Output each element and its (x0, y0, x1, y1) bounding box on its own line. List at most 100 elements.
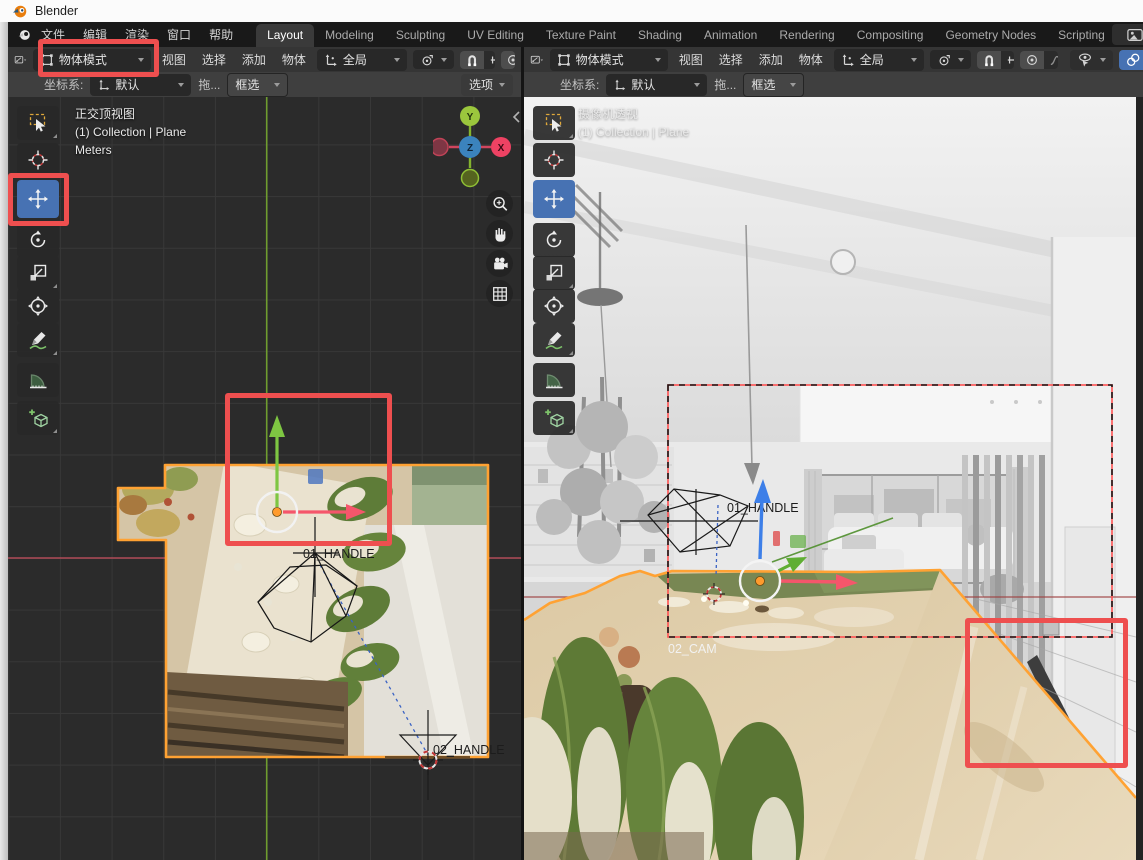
add-cube-tool-button[interactable] (533, 401, 575, 435)
tab-animation[interactable]: Animation (693, 24, 768, 47)
tab-shading[interactable]: Shading (627, 24, 693, 47)
pivot-dropdown-left[interactable] (413, 50, 454, 69)
transform-tool-button[interactable] (17, 289, 59, 323)
navigation-axis-gizmo[interactable]: Y Z X (433, 103, 521, 193)
show-gizmo-dropdown[interactable] (1070, 50, 1113, 70)
left-scene: 01_HANDLE 02_HANDLE (8, 97, 521, 860)
view-label: 正交顶视图 (75, 105, 186, 123)
select-box-tool-button[interactable] (533, 106, 575, 140)
menu-file[interactable]: 文件 (32, 23, 74, 46)
annotate-tool-button[interactable] (17, 323, 59, 357)
snap-toggle[interactable] (977, 51, 1001, 69)
add-cube-tool-button[interactable] (17, 401, 59, 435)
menu-view-left[interactable]: 视图 (157, 49, 191, 70)
coord-system-dropdown-right[interactable]: 默认 (606, 74, 707, 96)
scene-selector-button[interactable] (1112, 24, 1143, 45)
proportional-toggle[interactable] (501, 51, 515, 69)
axis-x-letter: X (498, 143, 505, 154)
tab-scripting[interactable]: Scripting (1047, 24, 1116, 47)
tool-settings-left: 坐标系: 默认 拖... 框选 选项 (8, 72, 521, 97)
snap-target-dropdown[interactable] (484, 51, 495, 69)
menu-view-right[interactable]: 视图 (674, 49, 708, 70)
scale-tool-button[interactable] (17, 256, 59, 290)
pivot-dropdown-right[interactable] (930, 50, 971, 69)
menu-object-left[interactable]: 物体 (277, 49, 311, 70)
measure-tool-button[interactable] (533, 363, 575, 397)
tab-geometry-nodes[interactable]: Geometry Nodes (934, 24, 1047, 47)
move-tool-button[interactable] (17, 180, 59, 218)
transform-tool-button[interactable] (533, 289, 575, 323)
proportional-edit-icon (506, 53, 515, 67)
proportional-toggle[interactable] (1020, 51, 1044, 69)
tab-rendering[interactable]: Rendering (768, 24, 845, 47)
menu-render[interactable]: 渲染 (116, 23, 158, 46)
menu-object-right[interactable]: 物体 (794, 49, 828, 70)
tab-texture-paint[interactable]: Texture Paint (535, 24, 627, 47)
chevron-down-icon (958, 58, 964, 62)
chevron-down-icon (655, 58, 661, 62)
mode-dropdown-left[interactable]: 物体模式 (33, 49, 151, 71)
title-bar: Blender (0, 0, 1143, 22)
axis-x-neg-ball[interactable] (433, 139, 448, 156)
menu-help[interactable]: 帮助 (200, 23, 242, 46)
snap-toggle[interactable] (460, 51, 484, 69)
sidebar-toggle-chevron[interactable] (511, 110, 521, 124)
annotate-tool-button[interactable] (533, 323, 575, 357)
menu-edit[interactable]: 编辑 (74, 23, 116, 46)
overlays-toggle[interactable] (1119, 50, 1143, 70)
cursor-tool-button[interactable] (17, 143, 59, 177)
magnet-icon (982, 53, 996, 67)
mode-dropdown-right[interactable]: 物体模式 (550, 49, 668, 71)
measure-tool-button[interactable] (17, 363, 59, 397)
tab-layout[interactable]: Layout (256, 24, 314, 47)
tab-sculpting[interactable]: Sculpting (385, 24, 456, 47)
menu-add-right[interactable]: 添加 (754, 49, 788, 70)
toggle-ortho-button[interactable] (486, 280, 513, 307)
proportional-group-left (501, 51, 515, 69)
falloff-curve-icon (1049, 53, 1058, 67)
select-mode-dropdown-right[interactable]: 框选 (743, 73, 804, 97)
workspace-tabs: Layout Modeling Sculpting UV Editing Tex… (256, 22, 1139, 47)
blender-app-menu-icon[interactable] (16, 28, 32, 42)
tab-modeling[interactable]: Modeling (314, 24, 385, 47)
viewport-3d-top-ortho[interactable]: 01_HANDLE 02_HANDLE (8, 97, 521, 860)
tab-uv-editing[interactable]: UV Editing (456, 24, 535, 47)
pan-button[interactable] (486, 220, 513, 247)
magnet-icon (465, 53, 479, 67)
falloff-dropdown[interactable] (1044, 51, 1058, 69)
select-mode-dropdown-left[interactable]: 框选 (227, 73, 288, 97)
coord-system-value: 默认 (115, 76, 139, 93)
editor-type-icon[interactable] (530, 52, 544, 68)
menu-add-left[interactable]: 添加 (237, 49, 271, 70)
chevron-down-icon (499, 83, 505, 87)
coord-system-dropdown-left[interactable]: 默认 (90, 74, 191, 96)
move-tool-button[interactable] (533, 180, 575, 218)
chevron-down-icon (1100, 58, 1106, 62)
rotate-tool-icon (543, 229, 565, 251)
select-box-tool-button[interactable] (17, 106, 59, 140)
cursor-tool-button[interactable] (533, 143, 575, 177)
viewport-3d-camera[interactable]: 01_HANDLE 02_CAM (524, 97, 1136, 860)
editor-type-icon[interactable] (14, 52, 27, 68)
menu-window[interactable]: 窗口 (158, 23, 200, 46)
snap-increment-icon (1006, 53, 1014, 67)
menu-select-left[interactable]: 选择 (197, 49, 231, 70)
options-button-left[interactable]: 选项 (461, 74, 513, 96)
orientation-dropdown-left[interactable]: 全局 (317, 49, 407, 71)
tab-compositing[interactable]: Compositing (846, 24, 935, 47)
orientation-dropdown-right[interactable]: 全局 (834, 49, 924, 71)
snap-target-dropdown[interactable] (1001, 51, 1014, 69)
drag-label: 拖... (714, 76, 736, 93)
rotate-tool-button[interactable] (17, 223, 59, 257)
rotate-tool-button[interactable] (533, 223, 575, 257)
pivot-point-icon (420, 53, 434, 67)
zoom-button[interactable] (486, 190, 513, 217)
camera-view-button[interactable] (486, 250, 513, 277)
object-mode-icon (557, 53, 571, 67)
context-label: (1) Collection | Plane (578, 123, 689, 141)
camera-icon (491, 255, 509, 273)
menu-select-right[interactable]: 选择 (714, 49, 748, 70)
axis-y-neg-ball[interactable] (462, 170, 479, 187)
chevron-down-icon (694, 83, 700, 87)
scale-tool-button[interactable] (533, 256, 575, 290)
